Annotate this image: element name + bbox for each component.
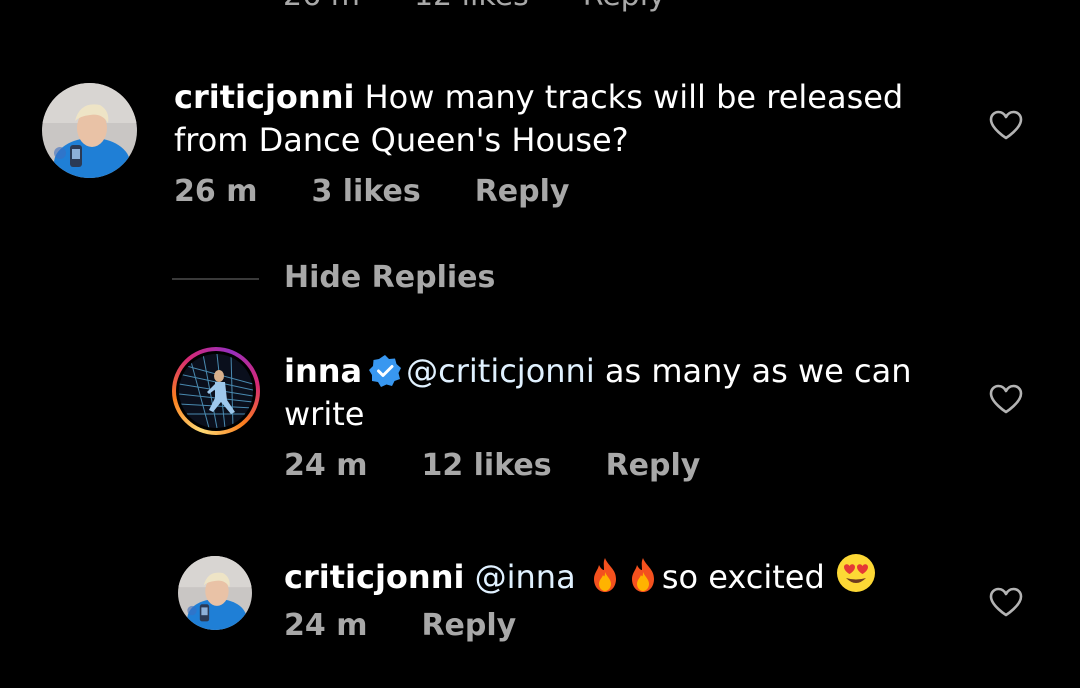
comment-meta: 26 m 3 likes Reply	[174, 174, 569, 209]
previous-comment-reply[interactable]: Reply	[583, 0, 666, 13]
mention-link[interactable]: @criticjonni	[406, 352, 595, 390]
previous-comment-time: 26 m	[283, 0, 360, 13]
hide-replies-button[interactable]: Hide Replies	[284, 260, 495, 295]
reply-text-block: inna @criticjonni as many as we can writ…	[284, 350, 974, 436]
reply-likes[interactable]: 12 likes	[421, 448, 551, 483]
reply-meta: 24 m 12 likes Reply	[284, 448, 700, 483]
previous-comment-likes[interactable]: 12 likes	[414, 0, 529, 13]
comment-time: 26 m	[174, 174, 258, 209]
username[interactable]: criticjonni	[284, 558, 464, 596]
reply-reply-button[interactable]: Reply	[421, 608, 516, 643]
comment-reply-button[interactable]: Reply	[475, 174, 570, 209]
avatar[interactable]	[179, 354, 253, 428]
username[interactable]: inna	[284, 352, 362, 390]
avatar[interactable]	[42, 83, 137, 178]
reply-time: 24 m	[284, 448, 368, 483]
heart-outline-icon[interactable]	[989, 110, 1023, 140]
reply-text-block: criticjonni @inna so excited	[284, 552, 974, 599]
mention-link[interactable]: @inna	[475, 558, 576, 596]
heart-outline-icon[interactable]	[989, 587, 1023, 617]
reply-text: so excited	[661, 558, 825, 596]
fire-emoji-icon	[631, 558, 654, 592]
comment-likes[interactable]: 3 likes	[311, 174, 420, 209]
reply-time: 24 m	[284, 608, 368, 643]
replies-divider	[172, 278, 259, 280]
comment-text-block: criticjonni How many tracks will be rele…	[174, 76, 954, 162]
verified-badge-icon	[369, 355, 402, 387]
previous-comment-meta: 26 m 12 likes Reply	[283, 0, 666, 13]
username[interactable]: criticjonni	[174, 78, 354, 116]
heart-outline-icon[interactable]	[989, 384, 1023, 414]
reply-reply-button[interactable]: Reply	[606, 448, 701, 483]
fire-emoji-icon	[593, 558, 616, 592]
reply-meta: 24 m Reply	[284, 608, 516, 643]
avatar[interactable]	[178, 556, 252, 630]
heart-eyes-emoji-icon	[836, 554, 875, 592]
